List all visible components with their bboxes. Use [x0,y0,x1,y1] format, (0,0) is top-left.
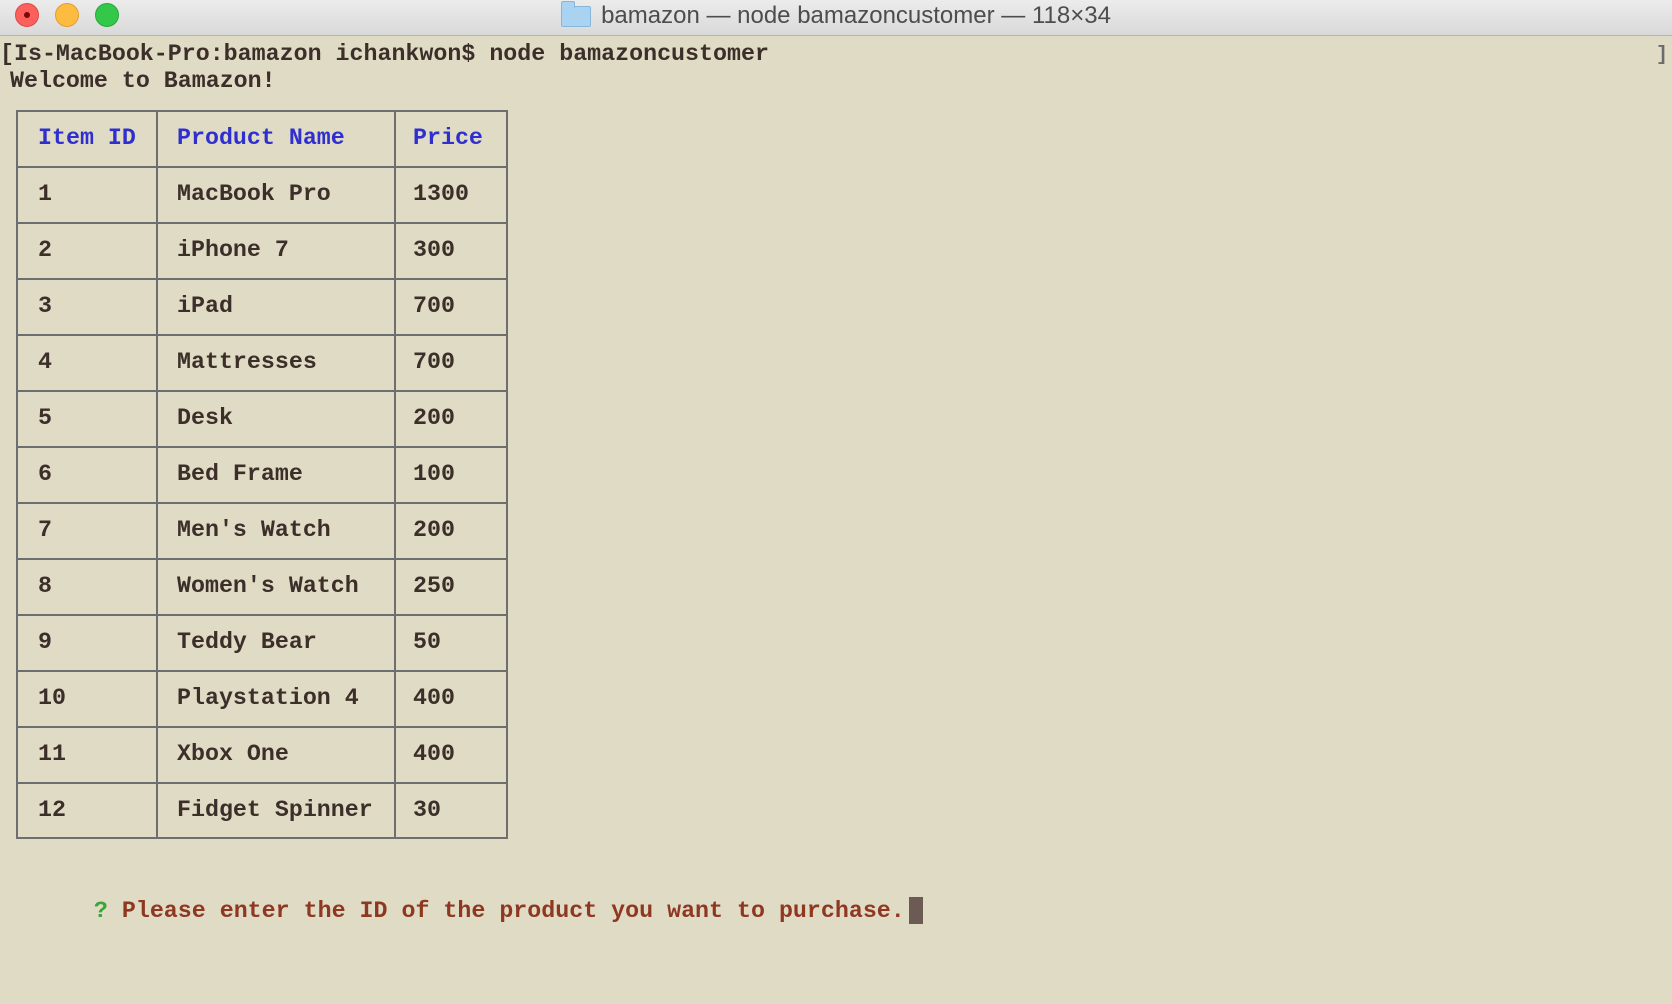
terminal-window: bamazon — node bamazoncustomer — 118×34 … [0,0,1672,1004]
table-cell: 1300 [413,181,469,207]
table-cell: 700 [413,349,455,375]
table-cell: 250 [413,573,455,599]
table-cell: iPhone 7 [177,237,289,263]
table-cell: 2 [38,237,52,263]
table-cell: 11 [38,741,66,767]
table-cell: iPad [177,293,233,319]
table-cell: 50 [413,629,441,655]
table-row-separator [18,558,506,560]
table-column-divider [156,112,158,837]
product-table: Item ID Product Name Price 1 MacBook Pro 1300… [16,110,508,839]
terminal-content[interactable]: [Is-MacBook-Pro:bamazon ichankwon$ node … [0,36,1672,1004]
prompt-question-mark: ? [93,898,108,924]
table-cell: 3 [38,293,52,319]
table-cell: 12 [38,797,66,823]
table-cell: Fidget Spinner [177,797,373,823]
table-row-separator [18,166,506,168]
table-row-separator [18,670,506,672]
table-cell: Teddy Bear [177,629,317,655]
table-cell: 5 [38,405,52,431]
table-cell: 6 [38,461,52,487]
table-cell: 300 [413,237,455,263]
table-cell: Women's Watch [177,573,359,599]
scroll-marker: ] [1656,44,1669,67]
purchase-prompt[interactable]: ? Please enter the ID of the product you… [10,869,923,953]
table-cell: 9 [38,629,52,655]
table-column-divider [394,112,396,837]
window-title: bamazon — node bamazoncustomer — 118×34 [601,2,1111,29]
table-row-separator [18,446,506,448]
table-row-separator [18,614,506,616]
table-row-separator [18,502,506,504]
table-cell: 200 [413,405,455,431]
table-row-separator [18,782,506,784]
table-cell: MacBook Pro [177,181,331,207]
folder-icon [561,0,592,27]
table-cell: Bed Frame [177,461,303,487]
table-cell: Men's Watch [177,517,331,543]
table-cell: Xbox One [177,741,289,767]
table-row-separator [18,278,506,280]
table-cell: 8 [38,573,52,599]
window-title-area: bamazon — node bamazoncustomer — 118×34 [0,0,1672,32]
table-cell: 1 [38,181,52,207]
table-header-cell: Product Name [177,125,345,151]
table-cell: Desk [177,405,233,431]
table-cell: 400 [413,741,455,767]
table-header-cell: Item ID [38,125,136,151]
table-row-separator [18,334,506,336]
table-header-cell: Price [413,125,483,151]
table-cell: 400 [413,685,455,711]
welcome-message: Welcome to Bamazon! [10,68,276,94]
title-bar[interactable]: bamazon — node bamazoncustomer — 118×34 [0,0,1672,36]
table-cell: 7 [38,517,52,543]
table-cell: Mattresses [177,349,317,375]
table-cell: 700 [413,293,455,319]
table-cell: 4 [38,349,52,375]
table-row-separator [18,390,506,392]
command-line: [Is-MacBook-Pro:bamazon ichankwon$ node … [0,41,769,67]
table-row-separator [18,222,506,224]
table-cell: 100 [413,461,455,487]
table-cell: 10 [38,685,66,711]
prompt-message: Please enter the ID of the product you w… [121,898,905,924]
table-cell: Playstation 4 [177,685,359,711]
table-cell: 30 [413,797,441,823]
text-cursor[interactable] [908,897,923,924]
table-cell: 200 [413,517,455,543]
table-row-separator [18,726,506,728]
